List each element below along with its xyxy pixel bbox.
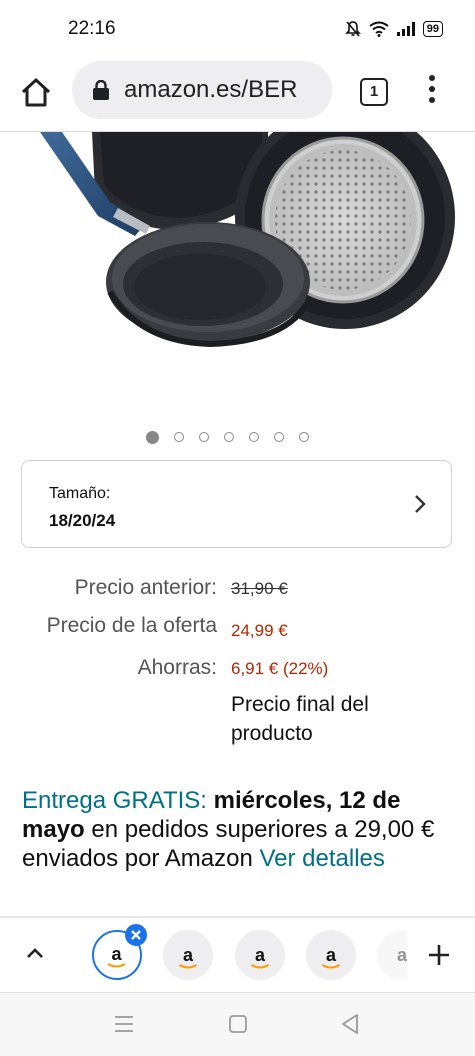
savings-value: 6,91 € (22%): [231, 659, 329, 678]
more-menu-icon[interactable]: [426, 75, 438, 109]
mute-icon: [344, 21, 361, 37]
tab-favicon[interactable]: a: [306, 930, 356, 980]
lock-icon: [93, 80, 109, 100]
svg-text:a: a: [326, 945, 337, 965]
new-tab-plus-icon[interactable]: [426, 942, 452, 968]
close-tab-icon[interactable]: [125, 924, 147, 946]
size-value: 18/20/24: [49, 511, 116, 530]
frying-pans-image: [40, 132, 455, 348]
svg-text:a: a: [397, 945, 407, 965]
delivery-details-link[interactable]: Ver detalles: [259, 845, 384, 872]
battery-icon: 99: [422, 21, 443, 37]
status-icons: 99: [344, 20, 443, 38]
previous-price-value: 31,90 €: [231, 579, 288, 598]
carousel-dot[interactable]: [199, 432, 209, 442]
svg-text:a: a: [183, 945, 194, 965]
tab-favicon[interactable]: a: [235, 930, 285, 980]
status-bar: 22:16 99: [0, 0, 475, 58]
carousel-dot[interactable]: [174, 432, 184, 442]
carousel-dot[interactable]: [224, 432, 234, 442]
url-text: amazon.es/BER: [124, 76, 298, 103]
system-nav-bar: [0, 993, 475, 1056]
deal-price-label: Precio de la oferta: [46, 614, 217, 637]
clock: 22:16: [68, 18, 116, 39]
size-label: Tamaño:: [49, 485, 111, 502]
address-bar[interactable]: amazon.es/BER: [72, 61, 332, 119]
svg-text:a: a: [111, 944, 122, 964]
browser-toolbar: amazon.es/BER 1: [0, 58, 475, 132]
chevron-up-icon[interactable]: [25, 946, 45, 960]
carousel-dot[interactable]: [274, 432, 284, 442]
url-fade: [302, 61, 332, 119]
tab-strip: a a a a a: [0, 918, 475, 992]
carousel-dot[interactable]: [299, 432, 309, 442]
amazon-logo-icon: a: [321, 945, 341, 969]
size-selector[interactable]: Tamaño: 18/20/24: [21, 460, 452, 548]
tab-favicon-partial[interactable]: a: [377, 930, 408, 980]
deal-price-row: Precio de la oferta 24,99 €: [0, 614, 475, 644]
home-icon[interactable]: [18, 74, 54, 110]
recents-menu-icon[interactable]: [114, 1015, 134, 1033]
delivery-info: Entrega GRATIS: miércoles, 12 de mayo en…: [22, 786, 452, 873]
back-triangle-icon[interactable]: [340, 1013, 360, 1035]
wifi-icon: [369, 21, 389, 37]
carousel-indicator[interactable]: [146, 431, 309, 444]
delivery-prefix: Entrega GRATIS:: [22, 787, 207, 814]
previous-price-row: Precio anterior: 31,90 €: [0, 576, 475, 606]
home-square-icon[interactable]: [228, 1014, 248, 1034]
tab-switcher-button[interactable]: 1: [360, 78, 388, 106]
tab-favicon[interactable]: a: [163, 930, 213, 980]
final-price-note: Precio final del producto: [231, 693, 369, 745]
savings-label: Ahorras:: [137, 656, 217, 679]
previous-price-label: Precio anterior:: [74, 576, 217, 599]
deal-price-value: 24,99 €: [231, 621, 288, 640]
amazon-logo-icon: a: [250, 945, 270, 969]
chevron-right-icon: [415, 495, 426, 513]
signal-icon: [396, 22, 415, 36]
svg-text:a: a: [255, 945, 266, 965]
savings-row: Ahorras: 6,91 € (22%): [0, 656, 475, 686]
amazon-logo-icon: a: [178, 945, 198, 969]
product-image[interactable]: [0, 132, 475, 412]
carousel-dot[interactable]: [146, 431, 159, 444]
amazon-logo-icon: a: [397, 945, 408, 965]
carousel-dot[interactable]: [249, 432, 259, 442]
